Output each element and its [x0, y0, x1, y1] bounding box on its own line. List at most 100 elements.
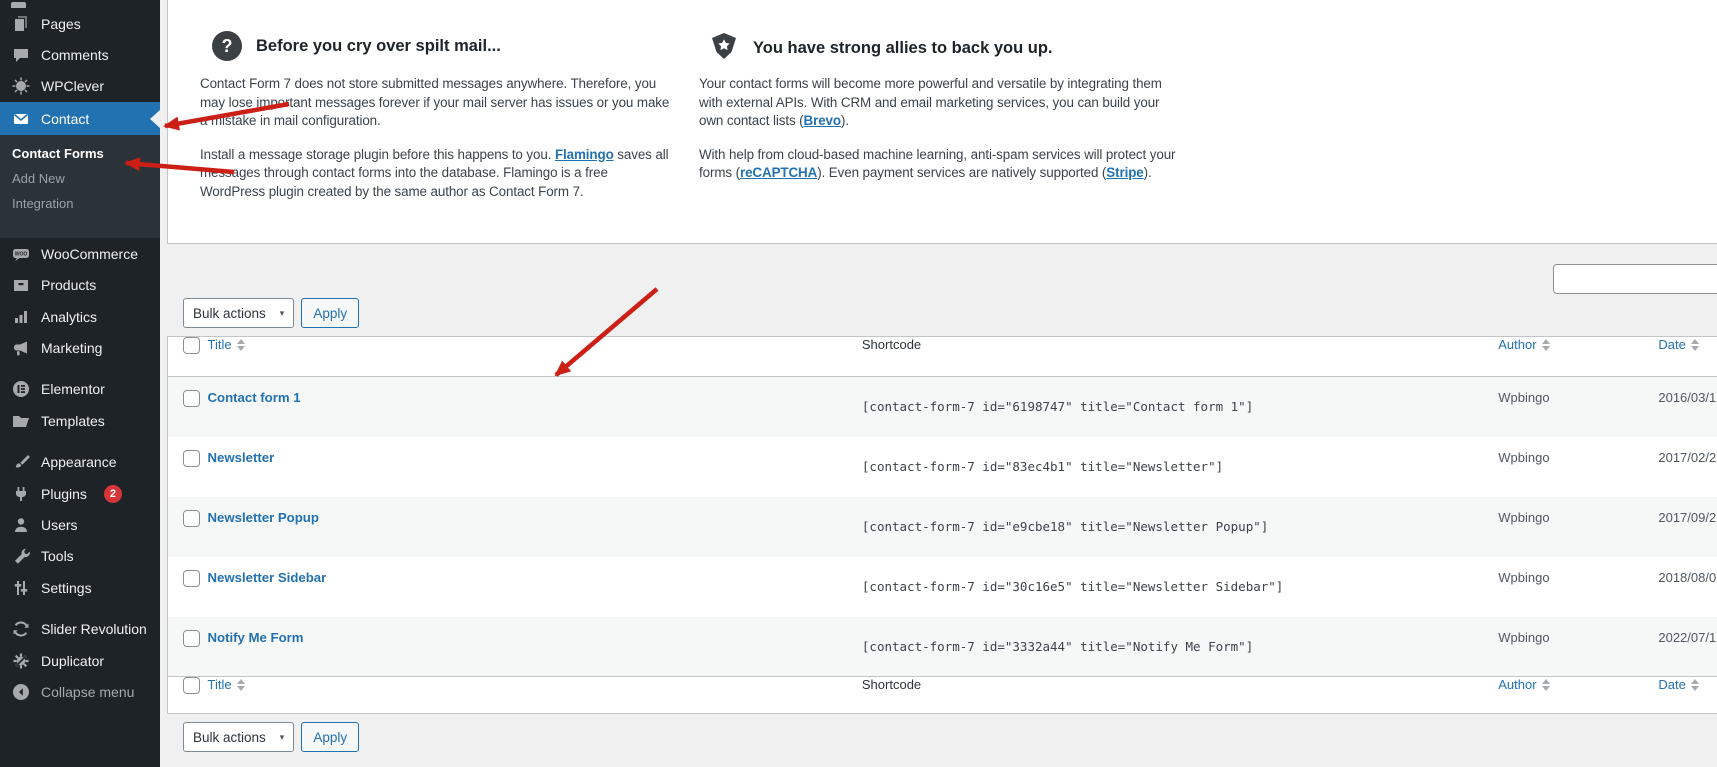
row-checkbox[interactable] [183, 510, 200, 527]
sidebar-item-templates[interactable]: Templates [0, 405, 160, 436]
panel-left-paragraph-2: Install a message storage plugin before … [200, 146, 672, 202]
products-icon [11, 275, 31, 295]
row-checkbox[interactable] [183, 450, 200, 467]
column-header-author[interactable]: Author [1494, 677, 1549, 692]
column-header-shortcode: Shortcode [854, 677, 921, 692]
column-header-title[interactable]: Title [204, 337, 245, 352]
column-header-date[interactable]: Date [1654, 337, 1698, 352]
form-title-link[interactable]: Newsletter Sidebar [204, 557, 327, 585]
column-label: Date [1658, 677, 1685, 692]
select-all-checkbox[interactable] [183, 337, 200, 354]
sidebar-item-pages[interactable]: Pages [0, 8, 160, 39]
row-checkbox[interactable] [183, 390, 200, 407]
sidebar-item-analytics[interactable]: Analytics [0, 301, 160, 332]
wrench-icon [11, 546, 31, 566]
submenu-item-label: Add New [12, 171, 65, 186]
mail-icon [11, 109, 31, 129]
form-title-link[interactable]: Notify Me Form [204, 617, 304, 645]
form-title-link[interactable]: Newsletter [204, 437, 275, 465]
sort-indicator [1691, 339, 1699, 351]
shortcode-text[interactable]: [contact-form-7 id="e9cbe18" title="News… [854, 519, 1268, 534]
sort-indicator [1542, 679, 1550, 691]
shortcode-text[interactable]: [contact-form-7 id="6198747" title="Cont… [854, 399, 1253, 414]
row-checkbox[interactable] [183, 630, 200, 647]
search-input[interactable] [1553, 264, 1717, 294]
row-checkbox[interactable] [183, 570, 200, 587]
panel-right-heading-row: You have strong allies to back you up. [709, 31, 1053, 66]
sidebar-item-label: Duplicator [41, 653, 104, 669]
column-header-author[interactable]: Author [1494, 337, 1549, 352]
apply-button[interactable]: Apply [301, 722, 359, 752]
sidebar-item-users[interactable]: Users [0, 509, 160, 540]
table-header: Title Shortcode Author Date [168, 337, 1717, 377]
bulk-actions-select[interactable]: Bulk actions ▾ [183, 298, 294, 328]
admin-sidebar: Pages Comments WPClever Contact Contact … [0, 0, 160, 767]
shortcode-text[interactable]: [contact-form-7 id="30c16e5" title="News… [854, 579, 1283, 594]
submenu-item-label: Integration [12, 196, 73, 211]
author-cell: Wpbingo [1494, 617, 1549, 645]
sidebar-item-slider-revolution[interactable]: Slider Revolution [0, 613, 160, 644]
cf7-welcome-panel: ? Before you cry over spilt mail... Cont… [167, 0, 1717, 244]
plugin-icon [11, 484, 31, 504]
panel-right-heading: You have strong allies to back you up. [753, 39, 1053, 58]
top-bulk-actions-toolbar: Bulk actions ▾ Apply [183, 298, 359, 328]
brevo-link[interactable]: Brevo [804, 113, 841, 128]
sidebar-item-marketing[interactable]: Marketing [0, 332, 160, 363]
folder-icon [11, 411, 31, 431]
sidebar-item-woocommerce[interactable]: WOO WooCommerce [0, 238, 160, 269]
sidebar-item-elementor[interactable]: Elementor [0, 374, 160, 405]
admin-content: ? Before you cry over spilt mail... Cont… [160, 0, 1717, 767]
sidebar-item-collapse-menu[interactable]: Collapse menu [0, 676, 160, 707]
sort-indicator [1542, 339, 1550, 351]
date-cell: 2017/02/2 [1654, 437, 1716, 465]
table-row: Contact form 1 [contact-form-7 id="61987… [168, 377, 1717, 437]
stripe-link[interactable]: Stripe [1106, 165, 1143, 180]
column-header-date[interactable]: Date [1654, 677, 1698, 692]
user-icon [11, 515, 31, 535]
paintbrush-icon [11, 452, 31, 472]
megaphone-icon [11, 338, 31, 358]
sidebar-item-label: Analytics [41, 309, 97, 325]
submenu-item-integration[interactable]: Integration [0, 191, 160, 216]
sidebar-item-plugins[interactable]: Plugins 2 [0, 478, 160, 509]
column-label: Author [1498, 677, 1536, 692]
submenu-item-add-new[interactable]: Add New [0, 166, 160, 191]
sidebar-item-settings[interactable]: Settings [0, 572, 160, 603]
select-all-checkbox[interactable] [183, 677, 200, 694]
bulk-actions-label: Bulk actions [193, 306, 266, 321]
sidebar-item-products[interactable]: Products [0, 270, 160, 301]
bulk-actions-select[interactable]: Bulk actions ▾ [183, 722, 294, 752]
column-header-shortcode: Shortcode [854, 337, 921, 352]
table-row: Newsletter [contact-form-7 id="83ec4b1" … [168, 437, 1717, 497]
submenu-item-label: Contact Forms [12, 146, 104, 161]
sidebar-item-duplicator[interactable]: Duplicator [0, 645, 160, 676]
form-title-link[interactable]: Contact form 1 [204, 377, 301, 405]
contact-forms-table: Title Shortcode Author Date Contact form… [167, 336, 1717, 714]
svg-text:WOO: WOO [15, 251, 28, 257]
table-row: Newsletter Sidebar [contact-form-7 id="3… [168, 557, 1717, 617]
sort-indicator [237, 339, 245, 351]
pages-icon [11, 14, 31, 34]
sidebar-item-appearance[interactable]: Appearance [0, 447, 160, 478]
sidebar-item-label: WooCommerce [41, 246, 138, 262]
sidebar-item-label: Slider Revolution [41, 621, 147, 637]
sidebar-item-wpclever[interactable]: WPClever [0, 71, 160, 102]
text-segment: Install a message storage plugin before … [200, 147, 555, 162]
submenu-item-contact-forms[interactable]: Contact Forms [0, 141, 160, 166]
author-cell: Wpbingo [1494, 377, 1549, 405]
sidebar-item-contact[interactable]: Contact [0, 102, 160, 135]
form-title-link[interactable]: Newsletter Popup [204, 497, 319, 525]
sidebar-item-comments[interactable]: Comments [0, 39, 160, 70]
apply-button[interactable]: Apply [301, 298, 359, 328]
shortcode-text[interactable]: [contact-form-7 id="83ec4b1" title="News… [854, 459, 1223, 474]
panel-left-heading-row: ? Before you cry over spilt mail... [212, 31, 501, 61]
sort-indicator [237, 679, 245, 691]
flamingo-link[interactable]: Flamingo [555, 147, 614, 162]
column-header-title[interactable]: Title [204, 677, 245, 692]
panel-right-paragraph-1: Your contact forms will become more powe… [699, 75, 1177, 131]
recaptcha-link[interactable]: reCAPTCHA [740, 165, 817, 180]
sidebar-item-partial[interactable] [0, 0, 160, 8]
sidebar-item-tools[interactable]: Tools [0, 541, 160, 572]
shortcode-text[interactable]: [contact-form-7 id="3332a44" title="Noti… [854, 639, 1253, 654]
sliders-icon [11, 578, 31, 598]
